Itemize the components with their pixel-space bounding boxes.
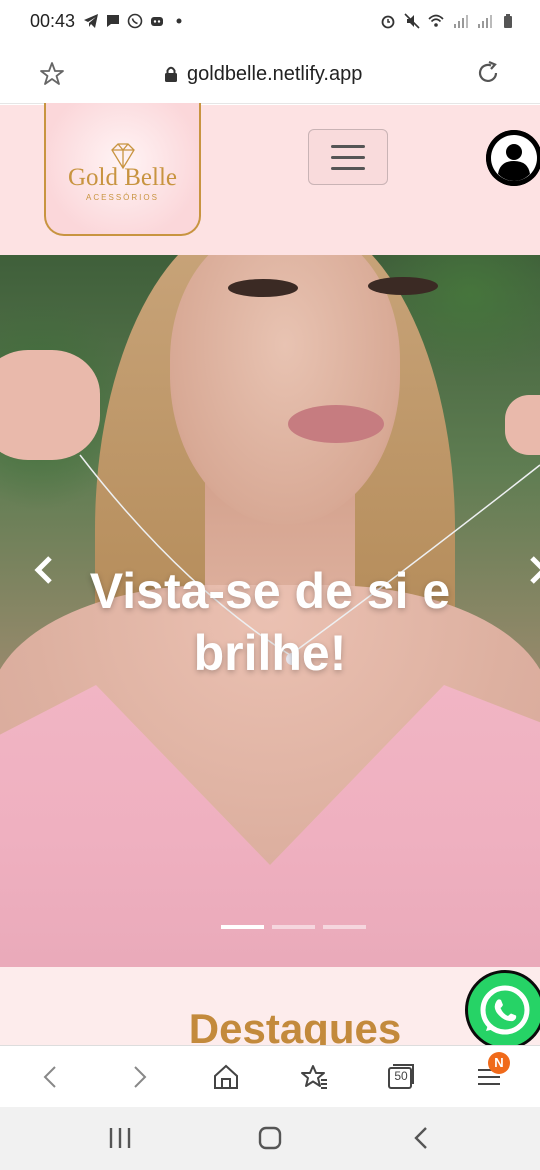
signal-icon: [454, 15, 468, 28]
tabs-button[interactable]: 50: [386, 1062, 416, 1092]
forward-icon[interactable]: [124, 1062, 154, 1092]
site-logo[interactable]: Gold Belle ACESSÓRIOS: [44, 103, 201, 236]
bookmark-star-icon[interactable]: [38, 60, 66, 88]
logo-name: Gold Belle: [67, 163, 177, 191]
system-nav-bar: [0, 1107, 540, 1170]
hero-caption: Vista-se de si e brilhe!: [89, 563, 451, 681]
mute-icon: [404, 13, 420, 29]
recent-apps-icon[interactable]: [106, 1125, 134, 1151]
highlights-section: Destaques: [0, 967, 540, 1045]
wifi-icon: [428, 14, 444, 27]
logo-subtitle: ACESSÓRIOS: [86, 192, 159, 202]
carousel-indicator[interactable]: [323, 925, 366, 929]
tab-count: 50: [394, 1069, 408, 1083]
whatsapp-icon: [480, 985, 530, 1035]
highlights-title: Destaques: [188, 1005, 402, 1045]
back-button-icon[interactable]: [408, 1125, 436, 1151]
bookmarks-icon[interactable]: [299, 1062, 329, 1092]
whatsapp-button[interactable]: [465, 970, 540, 1050]
alarm-icon: [381, 15, 395, 29]
back-icon[interactable]: [36, 1062, 66, 1092]
hamburger-line: [331, 144, 365, 148]
hamburger-line: [331, 166, 365, 170]
telegram-icon: [84, 14, 99, 28]
message-icon: [107, 15, 120, 27]
url-text: goldbelle.netlify.app: [187, 62, 363, 85]
status-left-icons: [83, 13, 187, 29]
status-right-icons: [380, 13, 516, 29]
status-bar: 00:43: [0, 0, 540, 42]
browser-bottom-nav: 50: [0, 1045, 540, 1107]
reload-icon[interactable]: [474, 59, 502, 87]
carousel-next-icon[interactable]: [528, 555, 540, 585]
url-field[interactable]: goldbelle.netlify.app: [163, 60, 362, 88]
battery-icon: [504, 14, 512, 28]
hamburger-line: [331, 155, 365, 159]
hero-carousel[interactable]: Vista-se de si e brilhe!: [0, 255, 540, 967]
home-icon[interactable]: [211, 1062, 241, 1092]
site-header: Gold Belle ACESSÓRIOS: [0, 103, 540, 255]
signal-icon: [478, 15, 492, 28]
user-account-icon[interactable]: [486, 130, 540, 186]
dot-icon: [176, 18, 182, 24]
home-button-icon[interactable]: [256, 1125, 284, 1151]
carousel-indicator[interactable]: [221, 925, 264, 929]
menu-toggle-button[interactable]: [308, 129, 388, 185]
carousel-prev-icon[interactable]: [30, 555, 60, 585]
discord-icon: [151, 17, 164, 26]
lock-icon: [165, 66, 177, 82]
notification-badge: N: [488, 1052, 510, 1074]
carousel-indicator[interactable]: [272, 925, 315, 929]
browser-url-bar: goldbelle.netlify.app: [0, 42, 540, 104]
carousel-indicators: [221, 925, 366, 929]
status-time: 00:43: [30, 10, 76, 31]
whatsapp-icon: [127, 13, 143, 29]
